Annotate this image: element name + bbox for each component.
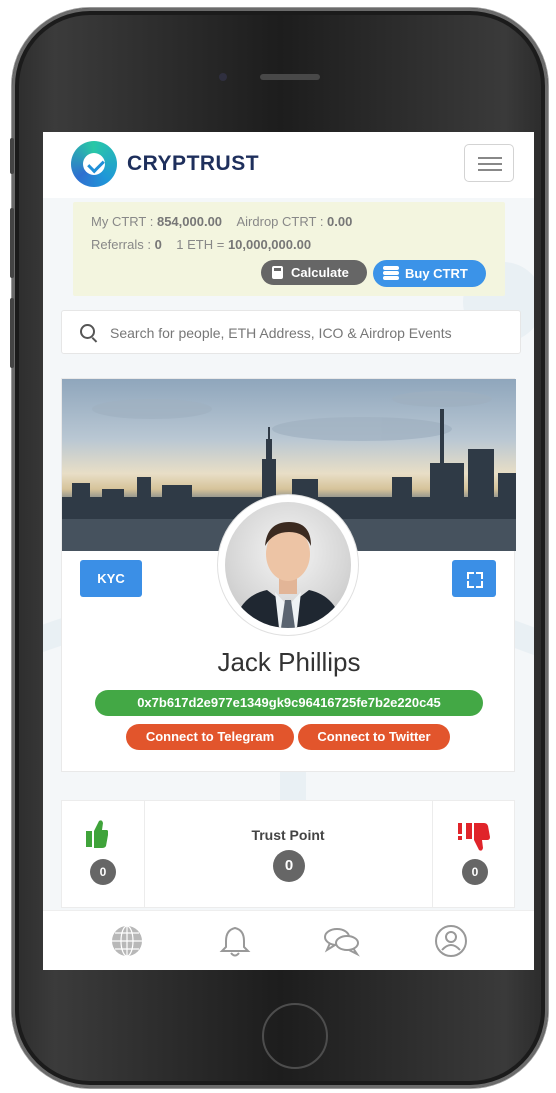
volume-down-button [10, 298, 14, 368]
earpiece-speaker [260, 74, 320, 80]
cryptrust-logo-icon[interactable] [71, 141, 117, 187]
connect-twitter-button[interactable]: Connect to Twitter [298, 724, 450, 750]
bell-icon [219, 926, 251, 957]
nav-profile[interactable] [433, 923, 469, 959]
home-button[interactable] [262, 1003, 328, 1069]
downvote-column[interactable]: 0 [432, 801, 515, 907]
expand-icon [467, 572, 474, 579]
kyc-button[interactable]: KYC [80, 560, 142, 597]
fullscreen-button[interactable] [452, 560, 496, 597]
connect-telegram-button[interactable]: Connect to Telegram [126, 724, 294, 750]
top-navbar: CRYPTRUST [43, 132, 534, 198]
bottom-navigation [43, 910, 534, 970]
front-camera [219, 73, 227, 81]
mute-switch [10, 138, 14, 174]
nav-notifications[interactable] [217, 923, 253, 959]
referrals-value: 0 [154, 237, 162, 252]
upvote-count: 0 [90, 859, 116, 885]
wallet-stats-panel: My CTRT : 854,000.00 Airdrop CTRT : 0.00… [73, 202, 505, 296]
trust-point-panel: 0 Trust Point 0 0 [61, 800, 515, 908]
search-input[interactable] [108, 311, 512, 355]
calculate-button[interactable]: Calculate [261, 260, 367, 285]
profile-card: KYC Jack Phillips 0x7b617d2e977e1349gk9c… [61, 378, 516, 772]
eth-address-badge[interactable]: 0x7b617d2e977e1349gk9c96416725fe7b2e220c… [95, 690, 483, 716]
upvote-column[interactable]: 0 [62, 801, 145, 907]
calculator-icon [272, 266, 283, 279]
chat-icon [324, 928, 360, 957]
ctrt-balance-row: My CTRT : 854,000.00 Airdrop CTRT : 0.00 [91, 214, 353, 229]
profile-name: Jack Phillips [217, 647, 361, 677]
thumbs-down-icon [458, 823, 490, 851]
thumbs-up-icon [86, 820, 108, 848]
referrals-row: Referrals : 0 1 ETH = 10,000,000.00 [91, 237, 312, 252]
user-profile-icon [435, 925, 467, 957]
brand-name[interactable]: CRYPTRUST [127, 152, 259, 176]
nav-messages[interactable] [322, 923, 360, 959]
volume-up-button [10, 208, 14, 278]
trust-point-title: Trust Point [251, 827, 325, 843]
hamburger-menu-button[interactable] [464, 144, 514, 182]
my-ctrt-value: 854,000.00 [156, 214, 223, 229]
buy-ctrt-button[interactable]: Buy CTRT [373, 260, 486, 287]
globe-icon [112, 925, 142, 957]
app-screen: CRYPTRUST My CTRT : 854,000.00 Airdrop C… [43, 132, 534, 970]
search-bar [61, 310, 521, 355]
downvote-count: 0 [462, 859, 488, 885]
profile-avatar[interactable] [218, 495, 358, 635]
eth-rate-value: 10,000,000.00 [227, 237, 312, 252]
hamburger-menu-icon [478, 157, 502, 159]
coins-icon [383, 266, 399, 280]
airdrop-ctrt-value: 0.00 [327, 214, 353, 229]
person-photo [233, 522, 343, 628]
trust-point-score: 0 [273, 850, 305, 882]
nav-globe[interactable] [109, 923, 145, 959]
search-icon [80, 324, 95, 339]
